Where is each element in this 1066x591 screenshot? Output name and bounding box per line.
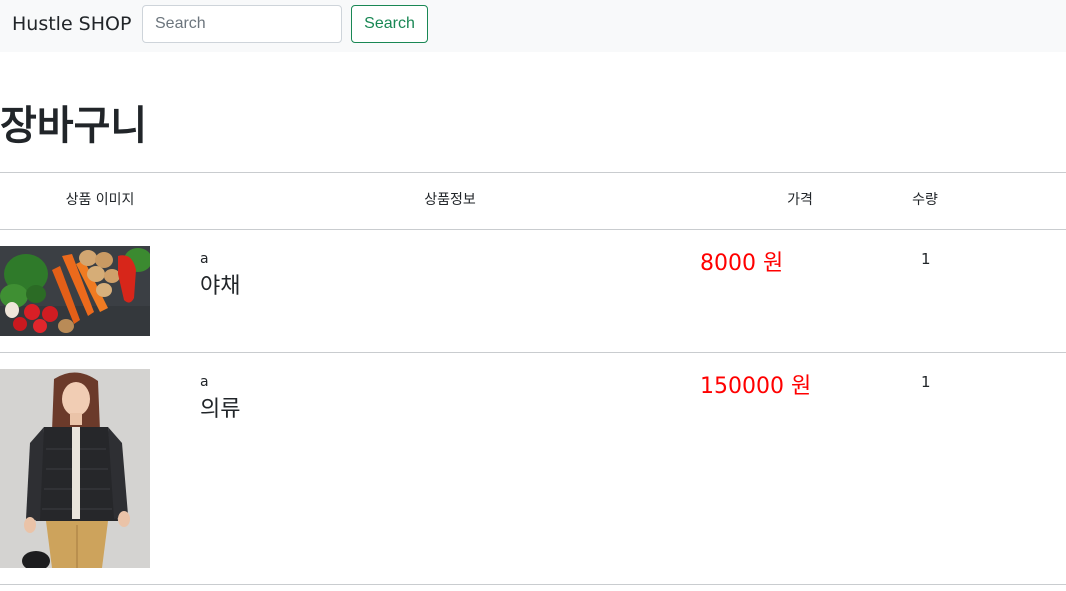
product-name: 야채 [200, 274, 241, 299]
table-top-divider [0, 172, 1066, 173]
product-image-vegetables [0, 246, 150, 336]
product-quantity: 1 [921, 250, 931, 268]
column-header-quantity: 수량 [912, 192, 938, 208]
page-title: 장바구니 [0, 103, 148, 149]
product-brand: a [200, 251, 209, 267]
navbar: Hustle SHOP Search [0, 0, 1066, 52]
table-header-divider [0, 229, 1066, 230]
column-header-image: 상품 이미지 [65, 192, 135, 208]
column-header-info: 상품정보 [424, 192, 476, 208]
search-button[interactable]: Search [351, 5, 428, 43]
search-input[interactable] [142, 5, 342, 43]
product-brand: a [200, 374, 209, 390]
product-price: 150000 원 [700, 374, 812, 399]
product-image-jacket [0, 369, 150, 568]
product-name: 의류 [200, 397, 241, 422]
product-price: 8000 원 [700, 251, 784, 276]
row-divider [0, 584, 1066, 585]
product-quantity: 1 [921, 373, 931, 391]
brand-link[interactable]: Hustle SHOP [12, 11, 131, 37]
column-header-price: 가격 [787, 192, 813, 208]
row-divider [0, 352, 1066, 353]
